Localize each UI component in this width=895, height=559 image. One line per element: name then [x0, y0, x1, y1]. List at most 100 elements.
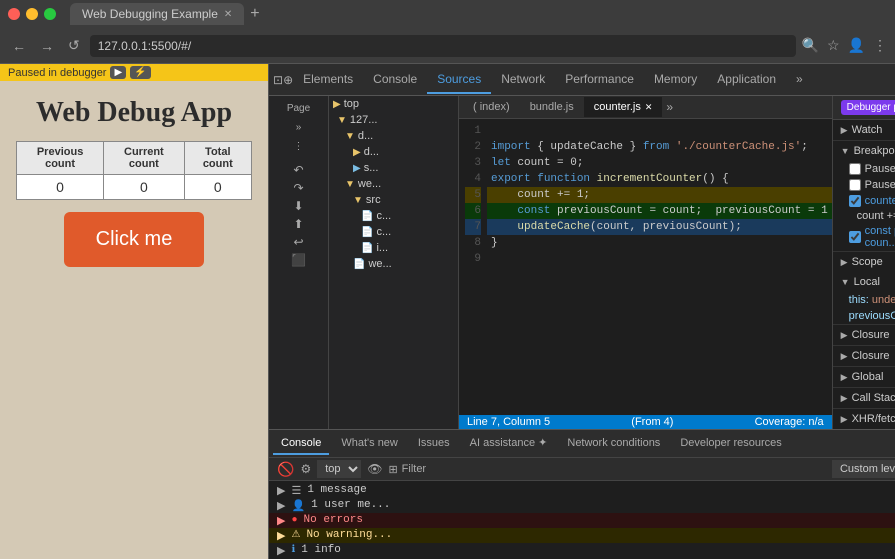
- pause-uncaught-checkbox[interactable]: [849, 163, 861, 175]
- sources-left-tabs: Page » ⋮: [269, 96, 328, 159]
- search-icon[interactable]: 🔍: [802, 37, 819, 54]
- ft-d1[interactable]: ▼d...: [329, 128, 458, 144]
- bp-counter-js2: const previousCount = coun... 6: [833, 223, 895, 251]
- sources-nav-icon2[interactable]: ↷: [293, 181, 303, 195]
- warn-expand-icon[interactable]: ▶: [277, 529, 285, 542]
- bottom-panel: Console What's new Issues AI assistance …: [269, 429, 895, 559]
- xhr-header[interactable]: ▶ XHR/fetch Breakpoints: [833, 409, 895, 429]
- bt-issues[interactable]: Issues: [410, 433, 458, 455]
- breakpoints-label: Breakpoints: [854, 145, 895, 157]
- call-stack-header[interactable]: ▶ Call Stack: [833, 388, 895, 408]
- breakpoints-header[interactable]: ▼ Breakpoints: [833, 141, 895, 161]
- new-tab-button[interactable]: +: [244, 5, 265, 23]
- tab-memory[interactable]: Memory: [644, 66, 707, 94]
- sources-nav-icon6[interactable]: ⬛: [291, 253, 306, 267]
- scope-header[interactable]: ▶ Scope: [833, 252, 895, 272]
- back-button[interactable]: ←: [8, 36, 30, 56]
- tab-application[interactable]: Application: [707, 66, 786, 94]
- debugger-badge: ▶: [110, 66, 126, 79]
- local-header[interactable]: ▼ Local: [833, 272, 895, 292]
- tab-network[interactable]: Network: [491, 66, 555, 94]
- ft-i[interactable]: 📄i...: [329, 240, 458, 256]
- pause-caught-checkbox[interactable]: [849, 179, 861, 191]
- console-settings-icon[interactable]: ⚙: [300, 462, 311, 476]
- error-expand-icon[interactable]: ▶: [277, 514, 285, 527]
- bp-line5: count += 1; 5: [833, 209, 895, 223]
- sources-options-icon[interactable]: ⋮: [273, 138, 324, 155]
- click-me-button[interactable]: Click me: [64, 212, 205, 267]
- ft-c1[interactable]: 📄c...: [329, 208, 458, 224]
- code-line-3: let count = 0;: [487, 155, 832, 171]
- close-button[interactable]: [8, 8, 20, 20]
- url-bar[interactable]: [90, 35, 796, 57]
- sources-nav-icon5[interactable]: ↩: [293, 235, 303, 249]
- tab-more[interactable]: »: [786, 66, 813, 94]
- maximize-button[interactable]: [44, 8, 56, 20]
- tab-label: Web Debugging Example: [82, 7, 218, 21]
- tab-console[interactable]: Console: [363, 66, 427, 94]
- clear-console-icon[interactable]: 🚫: [277, 461, 294, 478]
- minimize-button[interactable]: [26, 8, 38, 20]
- sources-left-sidebar: Page » ⋮ ↶ ↷ ⬇ ⬆ ↩ ⬛: [269, 96, 329, 429]
- bp-pause-uncaught[interactable]: Pause on uncaught exceptions: [833, 161, 895, 177]
- ft-src[interactable]: ▼src: [329, 192, 458, 208]
- devtools-inspect-icon[interactable]: ⊕: [283, 73, 293, 87]
- bt-whats-new[interactable]: What's new: [333, 433, 406, 455]
- browser-tab[interactable]: Web Debugging Example ✕: [70, 3, 244, 25]
- filter-button[interactable]: ⊞ Filter: [388, 463, 426, 476]
- file-tree: ▶top ▼127... ▼d... ▶d... ▶s... ▼we... ▼s…: [329, 96, 459, 429]
- menu-icon[interactable]: ⋮: [873, 37, 887, 54]
- message-expand-icon[interactable]: ▶: [277, 484, 285, 497]
- watch-section: ▶ Watch: [833, 120, 895, 141]
- tab-sources[interactable]: Sources: [427, 66, 491, 94]
- ft-c2[interactable]: 📄c...: [329, 224, 458, 240]
- ft-we2[interactable]: 📄we...: [329, 256, 458, 272]
- context-select[interactable]: top: [317, 460, 361, 478]
- editor-tab-bundle[interactable]: bundle.js: [520, 97, 584, 117]
- bp-counter-checkbox1[interactable]: [849, 195, 861, 207]
- code-lines: import { updateCache } from './counterCa…: [487, 119, 832, 415]
- bp-pause-caught[interactable]: Pause on caught exceptions: [833, 177, 895, 193]
- eye-icon[interactable]: 👁: [367, 462, 382, 476]
- ft-top[interactable]: ▶top: [329, 96, 458, 112]
- code-line-4: export function incrementCounter() {: [487, 171, 832, 187]
- editor-tab-index[interactable]: ( index): [463, 97, 520, 117]
- sources-nav-icon3[interactable]: ⬇: [293, 199, 303, 213]
- forward-button[interactable]: →: [36, 36, 58, 56]
- closure1-header[interactable]: ▶ Closure: [833, 325, 895, 345]
- info-expand-icon[interactable]: ▶: [277, 544, 285, 557]
- bt-developer-resources[interactable]: Developer resources: [672, 433, 790, 455]
- global-header[interactable]: ▶ Global Window: [833, 367, 895, 387]
- tab-elements[interactable]: Elements: [293, 66, 363, 94]
- console-row-warnings: ▶ ⚠ No warning...: [269, 528, 895, 543]
- bt-ai[interactable]: AI assistance ✦: [462, 432, 556, 455]
- custom-levels-select[interactable]: Custom levels ▾: [832, 460, 895, 478]
- tab-performance[interactable]: Performance: [555, 66, 644, 94]
- sources-more-tabs[interactable]: »: [273, 119, 324, 136]
- ft-s[interactable]: ▶s...: [329, 160, 458, 176]
- watch-header[interactable]: ▶ Watch: [833, 120, 895, 140]
- ft-127[interactable]: ▼127...: [329, 112, 458, 128]
- titlebar: Web Debugging Example ✕ +: [0, 0, 895, 28]
- bp-counter-checkbox2[interactable]: [849, 231, 861, 243]
- bt-console[interactable]: Console: [273, 433, 329, 455]
- reload-button[interactable]: ↺: [64, 35, 84, 56]
- sources-page-tab[interactable]: Page: [273, 100, 324, 117]
- sources-nav-icon4[interactable]: ⬆: [293, 217, 303, 231]
- sources-nav-icon1[interactable]: ↶: [293, 163, 303, 177]
- editor-tabs-more[interactable]: »: [662, 96, 677, 118]
- ft-we1[interactable]: ▼we...: [329, 176, 458, 192]
- closure2-header[interactable]: ▶ Closure: [833, 346, 895, 366]
- profile-icon[interactable]: 👤: [848, 37, 865, 54]
- editor-tab-counter[interactable]: counter.js ✕: [584, 97, 663, 117]
- editor-tab-counter-close[interactable]: ✕: [645, 102, 653, 113]
- tab-close-icon[interactable]: ✕: [224, 9, 232, 20]
- bookmark-icon[interactable]: ☆: [827, 37, 840, 54]
- main: Paused in debugger ▶ ⚡ Web Debug App Pre…: [0, 64, 895, 559]
- from-source: (From 4): [631, 416, 673, 428]
- bt-network-conditions[interactable]: Network conditions: [559, 433, 668, 455]
- ft-d2[interactable]: ▶d...: [329, 144, 458, 160]
- devtools-toggle-icon[interactable]: ⊡: [273, 73, 283, 87]
- user-expand-icon[interactable]: ▶: [277, 499, 285, 512]
- traffic-lights: [8, 8, 56, 20]
